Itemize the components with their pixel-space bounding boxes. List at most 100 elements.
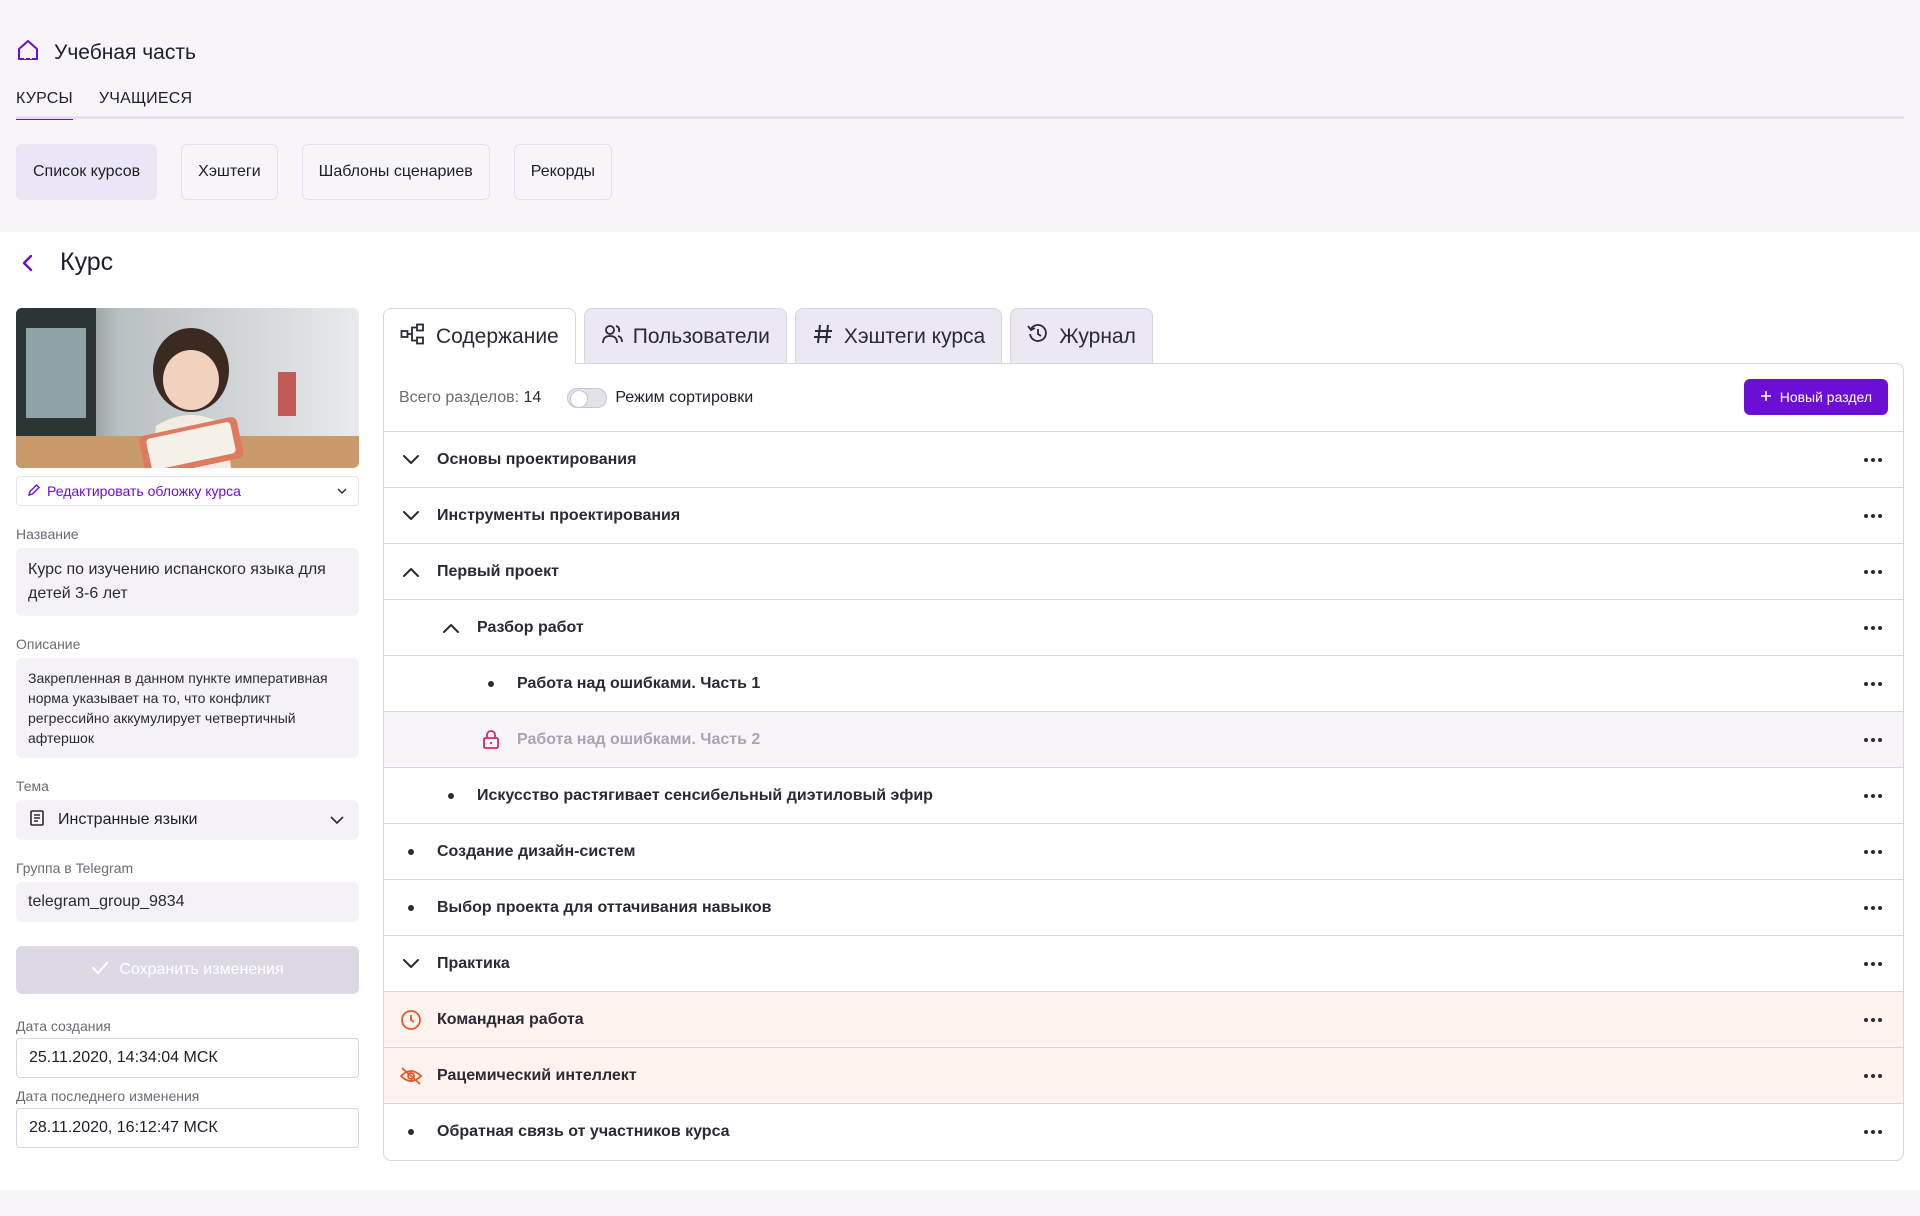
more-options-icon[interactable] bbox=[1861, 616, 1885, 640]
more-options-icon[interactable] bbox=[1861, 728, 1885, 752]
sub-navigation: Список курсов Хэштеги Шаблоны сценариев … bbox=[16, 144, 613, 200]
sort-mode-toggle[interactable] bbox=[567, 387, 608, 408]
document-icon bbox=[28, 809, 46, 832]
course-name-field[interactable]: Курс по изучению испанского языка для де… bbox=[16, 548, 359, 616]
bullet-icon bbox=[479, 672, 503, 696]
topic-label: Тема bbox=[16, 778, 49, 794]
bullet-icon bbox=[439, 784, 463, 808]
tab-users[interactable]: Пользователи bbox=[583, 308, 787, 364]
chevron-up-icon[interactable] bbox=[399, 560, 423, 584]
sections-toolbar: Всего разделов: 14 Режим сортировки Новы… bbox=[384, 364, 1903, 432]
section-row[interactable]: Создание дизайн-систем bbox=[384, 824, 1903, 880]
section-row[interactable]: Инструменты проектирования bbox=[384, 488, 1903, 544]
plus-icon bbox=[1760, 389, 1772, 405]
check-icon bbox=[91, 961, 109, 980]
subnav-records[interactable]: Рекорды bbox=[513, 144, 613, 200]
page-header: Курс bbox=[16, 248, 113, 277]
structure-icon bbox=[400, 323, 426, 351]
tab-course-hashtags-label: Хэштеги курса bbox=[843, 324, 986, 348]
section-row[interactable]: Основы проектирования bbox=[384, 432, 1903, 488]
chevron-down-icon bbox=[336, 484, 348, 500]
chevron-up-icon[interactable] bbox=[439, 616, 463, 640]
section-title: Создание дизайн-систем bbox=[437, 842, 636, 860]
users-icon bbox=[601, 323, 623, 351]
content-tabs: Содержание Пользователи Хэштеги курса Жу… bbox=[383, 308, 1904, 365]
section-row[interactable]: Искусство растягивает сенсибельный диэти… bbox=[384, 768, 1903, 824]
subnav-scenario-templates[interactable]: Шаблоны сценариев bbox=[301, 144, 490, 200]
tab-content[interactable]: Содержание bbox=[383, 308, 576, 365]
section-title: Работа над ошибками. Часть 1 bbox=[517, 674, 761, 692]
more-options-icon[interactable] bbox=[1861, 840, 1885, 864]
more-options-icon[interactable] bbox=[1861, 504, 1885, 528]
name-label: Название bbox=[16, 526, 79, 542]
telegram-group-field[interactable]: telegram_group_9834 bbox=[16, 882, 359, 922]
section-row[interactable]: Практика bbox=[384, 936, 1903, 992]
section-title: Рацемический интеллект bbox=[437, 1066, 637, 1084]
chevron-down-icon bbox=[327, 810, 347, 835]
section-row[interactable]: Выбор проекта для оттачивания навыков bbox=[384, 880, 1903, 936]
tabs-divider bbox=[16, 116, 1904, 119]
chevron-down-icon[interactable] bbox=[399, 952, 423, 976]
section-row[interactable]: Работа над ошибками. Часть 2 bbox=[384, 712, 1903, 768]
more-options-icon[interactable] bbox=[1861, 448, 1885, 472]
app-title: Учебная часть bbox=[16, 38, 196, 68]
content-area: Курс Редактировать обложку курса Названи… bbox=[0, 232, 1920, 1190]
back-icon[interactable] bbox=[16, 251, 40, 275]
chevron-down-icon[interactable] bbox=[399, 504, 423, 528]
tab-log-label: Журнал bbox=[1059, 324, 1136, 348]
more-options-icon[interactable] bbox=[1861, 784, 1885, 808]
more-options-icon[interactable] bbox=[1861, 952, 1885, 976]
created-date-label: Дата создания bbox=[16, 1018, 111, 1034]
section-title: Искусство растягивает сенсибельный диэти… bbox=[477, 786, 933, 804]
top-bar: Учебная часть КУРСЫ УЧАЩИЕСЯ Список курс… bbox=[0, 0, 1920, 232]
section-row[interactable]: Рацемический интеллект bbox=[384, 1048, 1903, 1104]
more-options-icon[interactable] bbox=[1861, 1064, 1885, 1088]
tab-log[interactable]: Журнал bbox=[1010, 308, 1153, 364]
section-title: Выбор проекта для оттачивания навыков bbox=[437, 898, 772, 916]
section-row[interactable]: Первый проект bbox=[384, 544, 1903, 600]
more-options-icon[interactable] bbox=[1861, 560, 1885, 584]
section-row[interactable]: Командная работа bbox=[384, 992, 1903, 1048]
subnav-course-list[interactable]: Список курсов bbox=[16, 144, 158, 200]
more-options-icon[interactable] bbox=[1861, 672, 1885, 696]
sections-count-label: Всего разделов: bbox=[399, 388, 520, 406]
more-options-icon[interactable] bbox=[1861, 896, 1885, 920]
section-title: Обратная связь от участников курса bbox=[437, 1123, 730, 1140]
new-section-button[interactable]: Новый раздел bbox=[1743, 379, 1888, 415]
page-title: Курс bbox=[60, 248, 114, 276]
section-title: Первый проект bbox=[437, 562, 559, 580]
course-details-form: Редактировать обложку курса Название Кур… bbox=[16, 308, 359, 1148]
course-cover-image bbox=[16, 308, 359, 468]
hashtag-icon bbox=[812, 323, 834, 351]
description-label: Описание bbox=[16, 636, 81, 652]
more-options-icon[interactable] bbox=[1861, 1008, 1885, 1032]
subnav-hashtags[interactable]: Хэштеги bbox=[181, 144, 278, 200]
bullet-icon bbox=[399, 840, 423, 864]
save-changes-button[interactable]: Сохранить изменения bbox=[16, 946, 359, 994]
section-title: Инструменты проектирования bbox=[437, 506, 681, 524]
telegram-label: Группа в Telegram bbox=[16, 860, 134, 876]
section-title: Работа над ошибками. Часть 2 bbox=[517, 730, 761, 748]
home-icon[interactable] bbox=[16, 38, 40, 68]
modified-date-label: Дата последнего изменения bbox=[16, 1088, 200, 1104]
tab-course-hashtags[interactable]: Хэштеги курса bbox=[794, 308, 1003, 364]
edit-cover-dropdown[interactable]: Редактировать обложку курса bbox=[16, 476, 359, 506]
section-row[interactable]: Работа над ошибками. Часть 1 bbox=[384, 656, 1903, 712]
more-options-icon[interactable] bbox=[1861, 1120, 1885, 1144]
new-section-label: Новый раздел bbox=[1779, 389, 1872, 405]
course-description-field[interactable]: Закрепленная в данном пункте императивна… bbox=[16, 658, 359, 758]
lock-icon bbox=[479, 728, 503, 752]
chevron-down-icon[interactable] bbox=[399, 448, 423, 472]
clock-icon bbox=[399, 1008, 423, 1032]
section-row[interactable]: Обратная связь от участников курса bbox=[384, 1104, 1903, 1160]
section-row[interactable]: Разбор работ bbox=[384, 600, 1903, 656]
topic-select[interactable]: Инстранные языки bbox=[16, 800, 359, 840]
save-changes-label: Сохранить изменения bbox=[119, 961, 284, 978]
section-title: Разбор работ bbox=[477, 618, 584, 636]
edit-cover-label: Редактировать обложку курса bbox=[47, 483, 241, 499]
bullet-icon bbox=[399, 896, 423, 920]
pencil-icon bbox=[27, 483, 41, 500]
tab-users-label: Пользователи bbox=[632, 324, 770, 348]
eye-off-icon bbox=[399, 1064, 423, 1088]
section-title: Основы проектирования bbox=[437, 450, 637, 468]
